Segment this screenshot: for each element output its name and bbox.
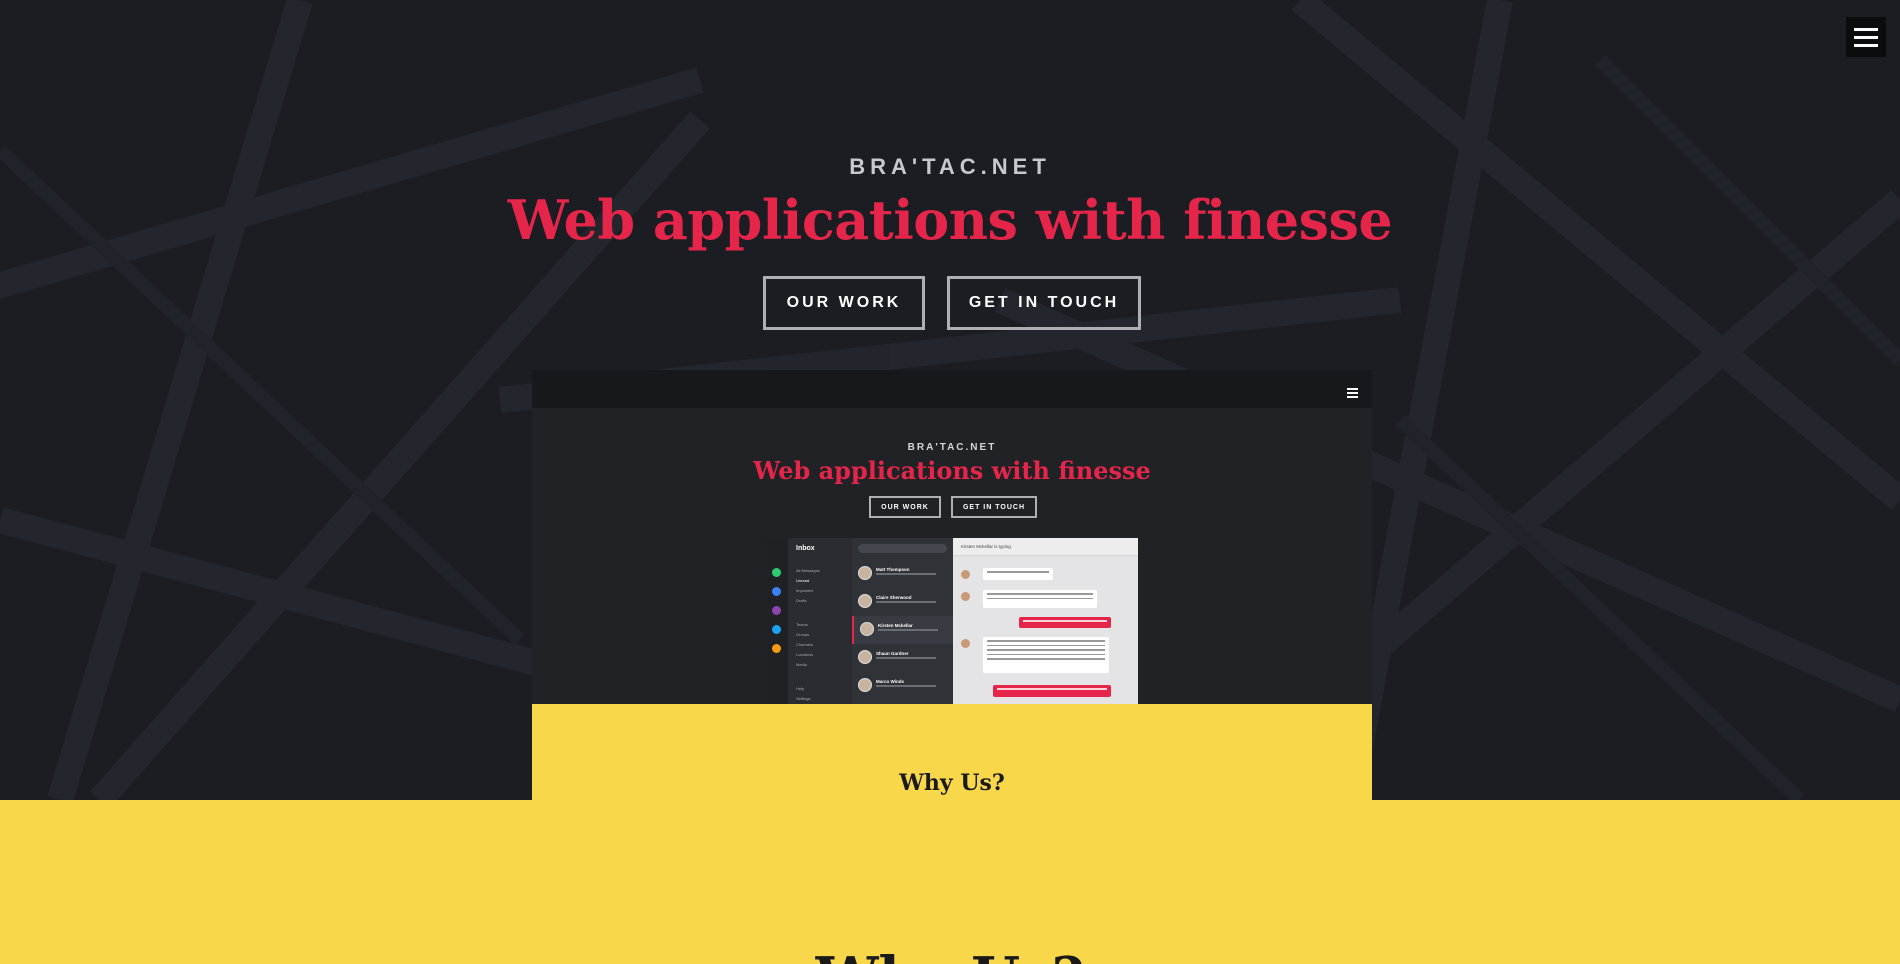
messenger-icon [772,587,781,596]
folder-item: Help [796,686,805,691]
folder-item: Unread [796,578,810,583]
preview-topbar [532,370,1372,408]
chat-bubble [983,637,1109,673]
app-search-field [858,544,947,553]
chat-bubble [993,685,1111,697]
chat-bubble [983,590,1097,608]
get-in-touch-button[interactable]: GET IN TOUCH [947,276,1141,330]
folder-item: Drafts [796,598,807,603]
conversation-list: Matt Thompson Claire Sherwood Kirsten Mc… [852,538,953,705]
chat-panel: Kirsten Mckellar is typing [953,538,1138,705]
list-item: Marco Winds [852,672,953,700]
folder-item: Settings [796,696,811,701]
hero-section: BRA'TAC.NET Web applications with finess… [0,0,1900,800]
list-item: Matt Thompson [852,560,953,588]
preview-menu-icon [1347,386,1361,400]
list-item: Kirsten Mckellar [852,616,953,644]
messaging-app-screenshot: Inbox All Messages Unread Important Draf… [766,538,1138,705]
app-folder-title: Inbox [796,545,815,552]
folder-item: Important [796,588,813,593]
our-work-button[interactable]: OUR WORK [763,276,925,330]
folder-item: All Messages [796,568,820,573]
list-item: Shaun Gardner [852,644,953,672]
site-brand: BRA'TAC.NET [849,154,1051,179]
skype-icon [772,625,781,634]
list-item: Claire Sherwood [852,588,953,616]
why-us-panel: Why Us? [532,704,1372,800]
viber-icon [772,606,781,615]
why-us-heading: Why Us? [0,945,1900,964]
app-icon-rail [766,538,788,705]
folder-item: Media [796,662,807,667]
chat-bubble [983,568,1053,580]
chat-bubble [1019,617,1111,628]
folder-item: Teams [796,622,808,627]
chat-header: Kirsten Mckellar is typing [953,538,1138,556]
whatsapp-icon [772,568,781,577]
rss-icon [772,644,781,653]
folder-item: Groups [796,632,810,637]
folder-item: Channels [796,642,813,647]
folder-item: Locations [796,652,814,657]
preview-our-work-button: OUR WORK [869,496,941,518]
app-folders-panel: Inbox All Messages Unread Important Draf… [788,538,852,705]
hero-headline: Web applications with finesse [507,188,1393,252]
hamburger-menu-icon[interactable] [1846,17,1886,57]
preview-brand: BRA'TAC.NET [907,442,997,453]
preview-headline: Web applications with finesse [753,456,1151,485]
preview-get-in-touch-button: GET IN TOUCH [951,496,1037,518]
why-us-section: Why Us? [0,800,1900,964]
why-us-heading-preview: Why Us? [899,770,1005,796]
